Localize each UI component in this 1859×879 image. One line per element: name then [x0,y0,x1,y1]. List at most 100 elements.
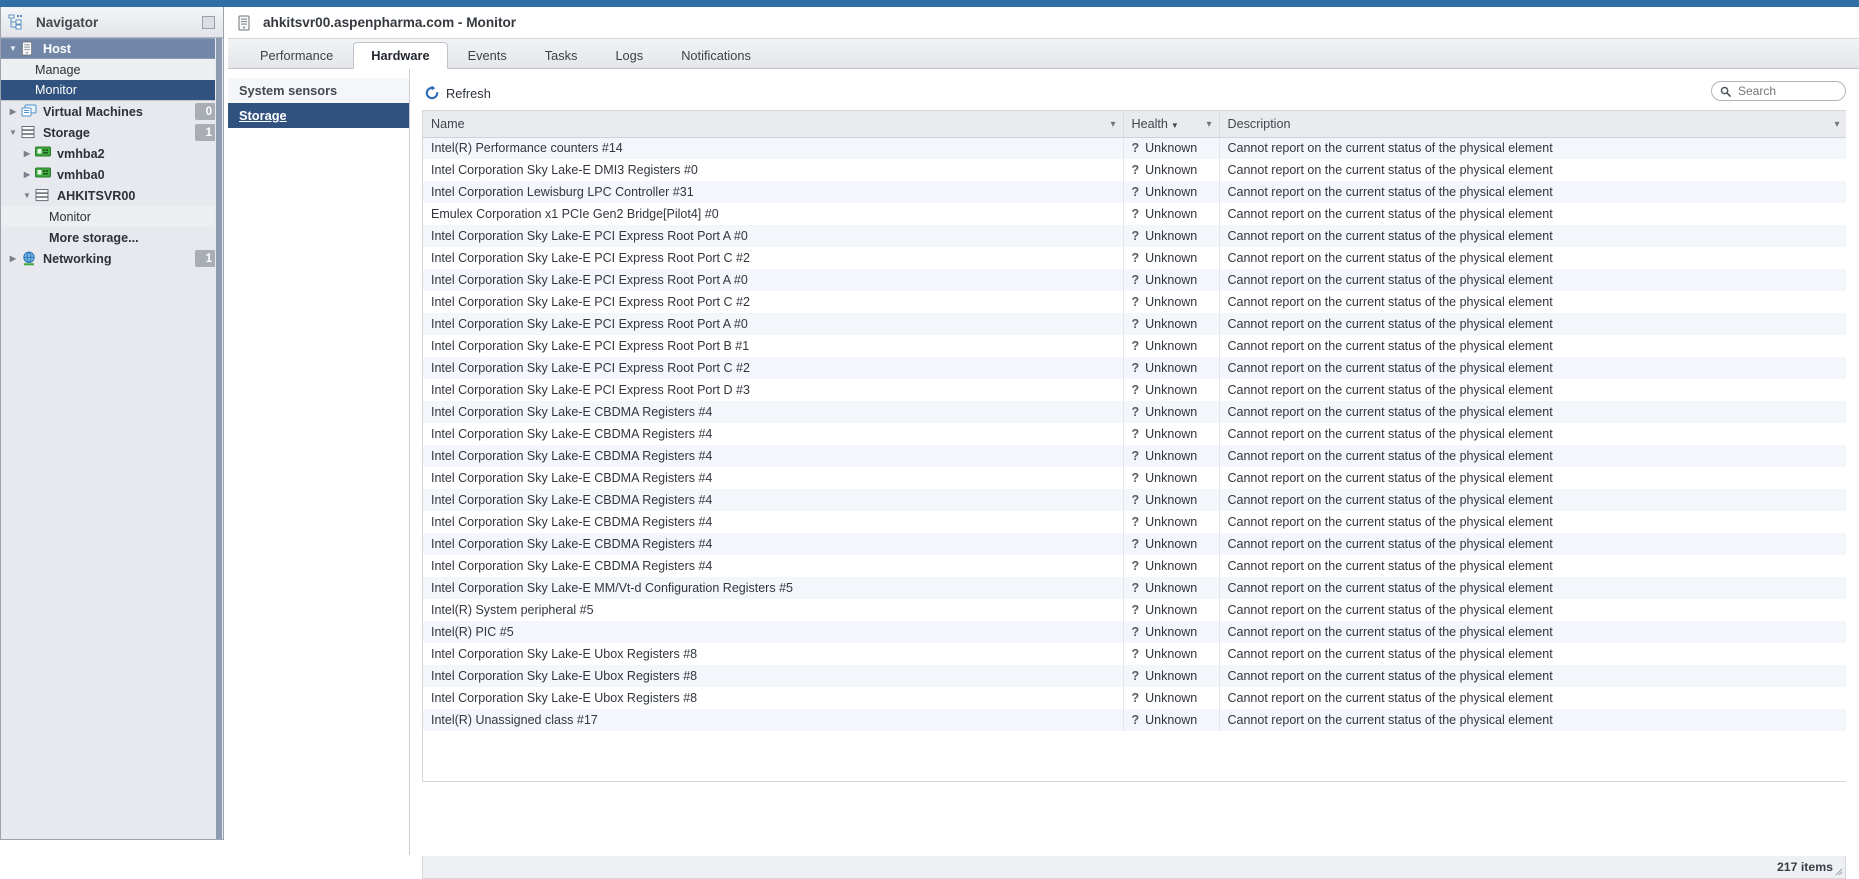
column-header-name[interactable]: Name ▾ [423,111,1123,137]
chevron-down-icon[interactable] [5,44,21,53]
cell-description: Cannot report on the current status of t… [1219,533,1846,555]
cell-name: Intel Corporation Sky Lake-E PCI Express… [423,291,1123,313]
page-title: ahkitsvr00.aspenpharma.com - Monitor [263,15,516,30]
collapse-panel-icon[interactable] [202,16,215,29]
table-row[interactable]: Intel(R) PIC #5?UnknownCannot report on … [423,621,1846,643]
cell-name: Intel Corporation Sky Lake-E PCI Express… [423,247,1123,269]
table-row[interactable]: Intel Corporation Sky Lake-E CBDMA Regis… [423,555,1846,577]
question-mark-icon: ? [1132,339,1140,353]
table-row[interactable]: Intel(R) System peripheral #5?UnknownCan… [423,599,1846,621]
content-panel: ahkitsvr00.aspenpharma.com - Monitor Per… [228,7,1859,879]
navigator-scrollbar-thumb[interactable] [216,38,222,839]
chevron-right-icon[interactable] [5,254,21,263]
tab-tasks[interactable]: Tasks [527,42,596,68]
table-row[interactable]: Intel Corporation Sky Lake-E PCI Express… [423,225,1846,247]
table-row[interactable]: Intel Corporation Sky Lake-E PCI Express… [423,379,1846,401]
column-header-name-label: Name [431,117,465,131]
table-row[interactable]: Emulex Corporation x1 PCIe Gen2 Bridge[P… [423,203,1846,225]
sidebar-item-vmhba2[interactable]: vmhba2 [1,143,223,164]
sidebar-item-label: AHKITSVR00 [57,189,135,203]
sidebar-item-monitor[interactable]: Monitor [1,80,223,101]
content-body: System sensorsStorage Refresh [228,69,1859,879]
cell-description: Cannot report on the current status of t… [1219,555,1846,577]
tab-notifications[interactable]: Notifications [663,42,769,68]
table-row[interactable]: Intel Corporation Sky Lake-E CBDMA Regis… [423,533,1846,555]
table-row[interactable]: Intel Corporation Sky Lake-E CBDMA Regis… [423,489,1846,511]
cell-description: Cannot report on the current status of t… [1219,665,1846,687]
sidebar-item-networking[interactable]: Networking1 [1,248,223,269]
question-mark-icon: ? [1132,427,1140,441]
chevron-right-icon[interactable] [19,170,35,179]
column-header-health[interactable]: Health▼ ▾ [1123,111,1219,137]
table-row[interactable]: Intel Corporation Sky Lake-E PCI Express… [423,313,1846,335]
resize-grip-icon[interactable] [1835,868,1843,876]
table-row[interactable]: Intel Corporation Sky Lake-E PCI Express… [423,335,1846,357]
table-row[interactable]: Intel Corporation Lewisburg LPC Controll… [423,181,1846,203]
chevron-right-icon[interactable] [5,107,21,116]
cell-name: Intel(R) System peripheral #5 [423,599,1123,621]
sidebar-item-label: More storage... [49,231,139,245]
subnav-item-system-sensors[interactable]: System sensors [228,78,409,103]
cell-description: Cannot report on the current status of t… [1219,203,1846,225]
search-input[interactable] [1736,83,1836,99]
sidebar-item-monitor[interactable]: Monitor [1,206,223,227]
cell-name: Intel Corporation Sky Lake-E PCI Express… [423,335,1123,357]
table-row[interactable]: Intel Corporation Sky Lake-E PCI Express… [423,357,1846,379]
cell-health: ?Unknown [1123,599,1219,621]
tab-events[interactable]: Events [450,42,525,68]
table-row[interactable]: Intel Corporation Sky Lake-E CBDMA Regis… [423,445,1846,467]
sidebar-item-more-storage[interactable]: More storage... [1,227,223,248]
sidebar-item-count-badge: 1 [195,250,217,267]
cell-description: Cannot report on the current status of t… [1219,489,1846,511]
table-row[interactable]: Intel Corporation Sky Lake-E CBDMA Regis… [423,511,1846,533]
table-row[interactable]: Intel Corporation Sky Lake-E Ubox Regist… [423,687,1846,709]
refresh-button[interactable]: Refresh [422,83,496,103]
table-row[interactable]: Intel Corporation Sky Lake-E Ubox Regist… [423,665,1846,687]
chevron-down-icon[interactable] [19,191,35,200]
table-row[interactable]: Intel Corporation Sky Lake-E PCI Express… [423,269,1846,291]
tab-logs[interactable]: Logs [597,42,661,68]
cell-health: ?Unknown [1123,511,1219,533]
main-pane: Refresh [410,69,1859,879]
status-badge: Unknown [1145,295,1197,309]
table-row[interactable]: Intel(R) Performance counters #14?Unknow… [423,137,1846,159]
table-row[interactable]: Intel Corporation Sky Lake-E DMI3 Regist… [423,159,1846,181]
status-badge: Unknown [1145,163,1197,177]
chevron-down-icon[interactable]: ▾ [1110,119,1115,130]
cell-name: Intel Corporation Sky Lake-E DMI3 Regist… [423,159,1123,181]
sidebar-item-storage[interactable]: Storage1 [1,122,223,143]
tab-hardware[interactable]: Hardware [353,42,447,69]
tab-performance[interactable]: Performance [242,42,351,68]
sidebar-item-virtual-machines[interactable]: Virtual Machines0 [1,101,223,122]
cell-description: Cannot report on the current status of t… [1219,423,1846,445]
chevron-down-icon[interactable] [5,128,21,137]
navigator-scrollbar[interactable] [215,38,223,839]
cell-description: Cannot report on the current status of t… [1219,577,1846,599]
cell-description: Cannot report on the current status of t… [1219,621,1846,643]
status-badge: Unknown [1145,251,1197,265]
chevron-down-icon[interactable]: ▾ [1206,119,1211,130]
search-box[interactable] [1711,81,1846,101]
table-row[interactable]: Intel Corporation Sky Lake-E PCI Express… [423,291,1846,313]
status-badge: Unknown [1145,669,1197,683]
sidebar-item-ahkitsvr00[interactable]: AHKITSVR00 [1,185,223,206]
chevron-down-icon[interactable]: ▾ [1834,119,1839,130]
cell-health: ?Unknown [1123,269,1219,291]
table-row[interactable]: Intel Corporation Sky Lake-E Ubox Regist… [423,643,1846,665]
subnav-item-storage[interactable]: Storage [228,103,409,128]
sidebar-item-manage[interactable]: Manage [1,59,223,80]
table-row[interactable]: Intel Corporation Sky Lake-E CBDMA Regis… [423,423,1846,445]
sidebar-item-host[interactable]: Host [1,38,223,59]
cell-name: Intel(R) Unassigned class #17 [423,709,1123,731]
table-row[interactable]: Intel Corporation Sky Lake-E PCI Express… [423,247,1846,269]
column-header-description[interactable]: Description ▾ [1219,111,1846,137]
chevron-right-icon[interactable] [19,149,35,158]
status-badge: Unknown [1145,273,1197,287]
sidebar-item-vmhba0[interactable]: vmhba0 [1,164,223,185]
table-row[interactable]: Intel Corporation Sky Lake-E CBDMA Regis… [423,467,1846,489]
table-row[interactable]: Intel(R) Unassigned class #17?UnknownCan… [423,709,1846,731]
cell-health: ?Unknown [1123,247,1219,269]
table-row[interactable]: Intel Corporation Sky Lake-E CBDMA Regis… [423,401,1846,423]
table-row[interactable]: Intel Corporation Sky Lake-E MM/Vt-d Con… [423,577,1846,599]
host-icon [21,41,39,57]
